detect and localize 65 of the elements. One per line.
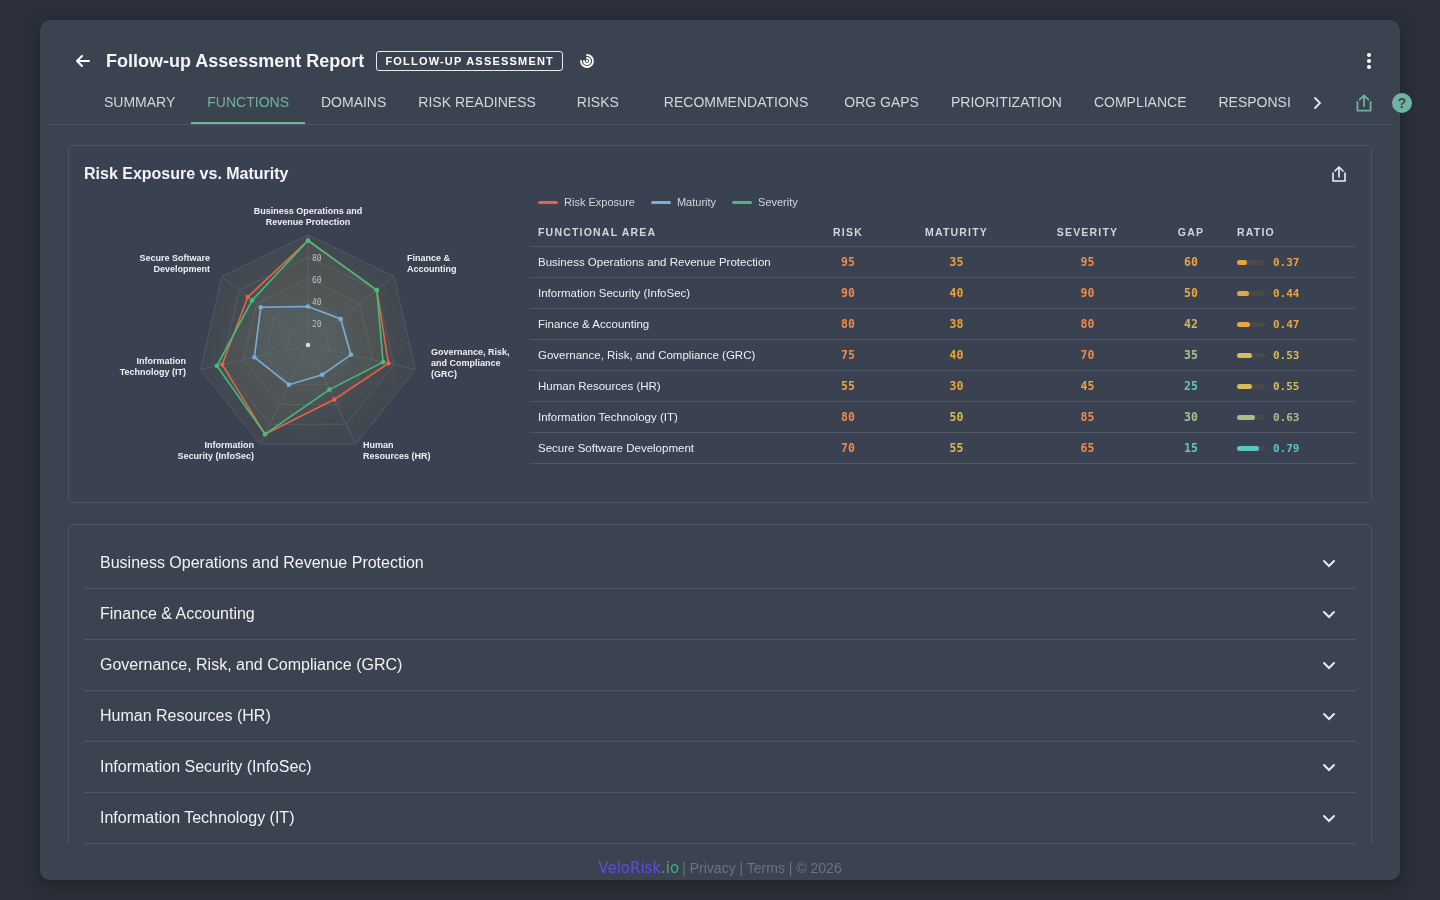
table-cell: Human Resources (HR): [530, 370, 805, 402]
axis-tick-label: 60: [312, 276, 322, 285]
axis-tick-label: 20: [312, 320, 322, 329]
ratio-value: 0.79: [1273, 441, 1300, 455]
table-cell: 95: [805, 246, 891, 278]
table-cell: 35: [891, 246, 1022, 278]
column-header: FUNCTIONAL AREA: [530, 218, 805, 247]
table-cell: 70: [805, 432, 891, 464]
assessment-badge: FOLLOW-UP ASSESSMENT: [376, 51, 563, 71]
axis-label: Information Security (InfoSec): [176, 440, 254, 462]
table-cell: 80: [1022, 308, 1153, 340]
ratio-value: 0.53: [1273, 348, 1300, 362]
table-cell: 25: [1153, 370, 1229, 402]
table-cell: Information Technology (IT): [530, 401, 805, 433]
column-header: GAP: [1153, 218, 1229, 247]
ratio-value: 0.37: [1273, 255, 1300, 269]
axis-tick-label: 40: [312, 298, 322, 307]
axis-label: Business Operations and Revenue Protection: [252, 206, 364, 228]
ratio-value: 0.44: [1273, 286, 1300, 300]
table-cell: 50: [1153, 277, 1229, 309]
table-cell: 38: [891, 308, 1022, 340]
axis-label: Human Resources (HR): [363, 440, 432, 462]
report-title: Follow-up Assessment Report: [106, 50, 365, 72]
table-cell: 80: [805, 308, 891, 340]
legend-label: Severity: [758, 196, 798, 208]
axis-label: Finance & Accounting: [407, 253, 458, 275]
table-cell: 40: [891, 277, 1022, 309]
table-cell: 80: [805, 401, 891, 433]
ratio-value: 0.63: [1273, 410, 1300, 424]
table-cell: 40: [891, 339, 1022, 371]
table-cell: 90: [1022, 277, 1153, 309]
table-cell: 55: [891, 432, 1022, 464]
axis-label: Governance, Risk, and Compliance (GRC): [431, 347, 511, 380]
axis-label: Secure Software Development: [138, 253, 210, 275]
legend-label: Risk Exposure: [564, 196, 635, 208]
table-cell: 30: [1153, 401, 1229, 433]
axis-label: Information Technology (IT): [118, 356, 186, 378]
table-cell: 42: [1153, 308, 1229, 340]
table-cell: 75: [805, 339, 891, 371]
ratio-value: 0.47: [1273, 317, 1300, 331]
table-cell: 70: [1022, 339, 1153, 371]
table-cell: Business Operations and Revenue Protection: [530, 246, 805, 278]
table-cell: Secure Software Development: [530, 432, 805, 464]
table-cell: Governance, Risk, and Compliance (GRC): [530, 339, 805, 371]
table-cell: 50: [891, 401, 1022, 433]
table-cell: Finance & Accounting: [530, 308, 805, 340]
card-title: Risk Exposure vs. Maturity: [84, 165, 289, 183]
table-cell: 45: [1022, 370, 1153, 402]
table-cell: 30: [891, 370, 1022, 402]
table-cell: 95: [1022, 246, 1153, 278]
table-cell: 55: [805, 370, 891, 402]
table-cell: 90: [805, 277, 891, 309]
table-cell: 65: [1022, 432, 1153, 464]
column-header: RATIO: [1229, 218, 1355, 247]
table-cell: 15: [1153, 432, 1229, 464]
table-cell: 60: [1153, 246, 1229, 278]
table-cell: 35: [1153, 339, 1229, 371]
table-cell: 85: [1022, 401, 1153, 433]
column-header: MATURITY: [891, 218, 1022, 247]
column-header: SEVERITY: [1022, 218, 1153, 247]
ratio-value: 0.55: [1273, 379, 1300, 393]
table-cell: Information Security (InfoSec): [530, 277, 805, 309]
axis-tick-label: 80: [312, 254, 322, 263]
legend-label: Maturity: [676, 196, 717, 208]
column-header: RISK: [805, 218, 891, 247]
